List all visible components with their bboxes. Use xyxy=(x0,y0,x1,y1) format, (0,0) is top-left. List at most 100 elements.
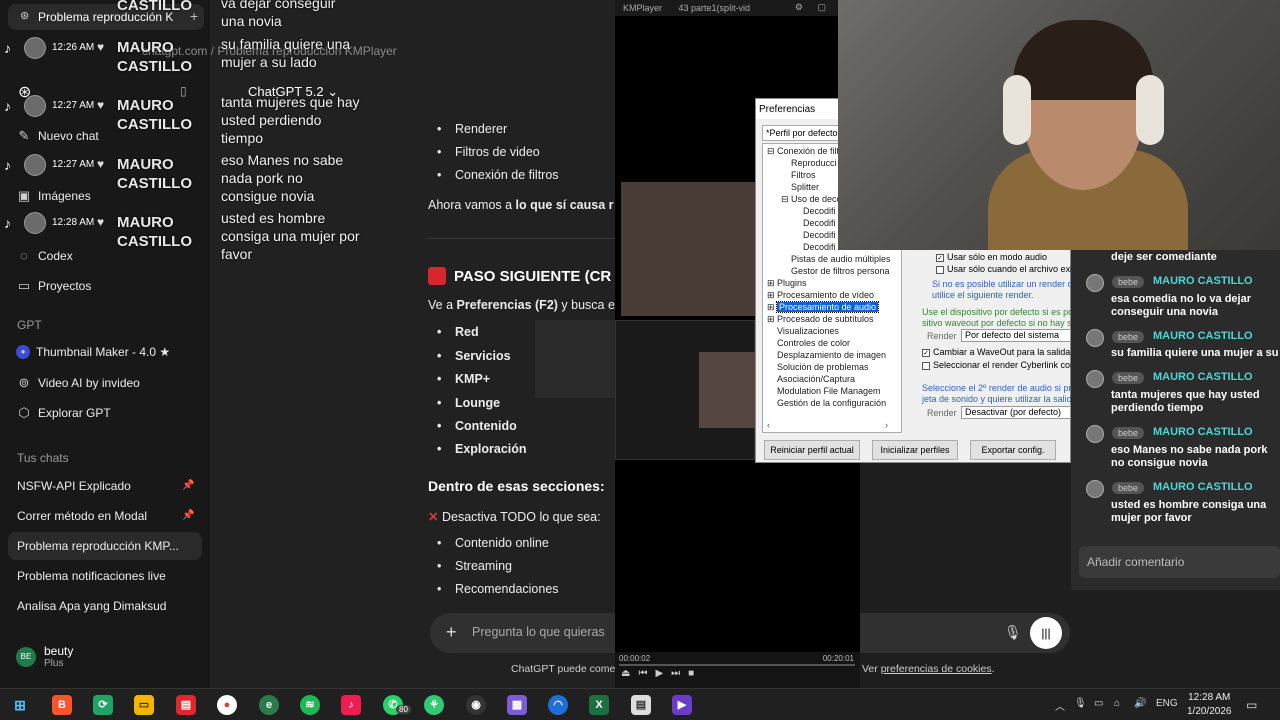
second-render-select[interactable]: Desactivar (por defecto) xyxy=(961,406,1071,419)
pdf-reader-icon[interactable]: ▤ xyxy=(176,695,196,715)
live-comment-text: usted es hombre consiga una mujer por fa… xyxy=(1111,499,1267,524)
tree-item[interactable]: Plugins xyxy=(777,278,807,288)
voice-mode-button[interactable]: ||| xyxy=(1030,617,1062,649)
edge-icon[interactable]: e xyxy=(259,695,279,715)
tree-item[interactable]: Decodifi xyxy=(803,206,836,216)
chat-item[interactable]: Correr método en Modal xyxy=(17,509,147,523)
effects-panel xyxy=(535,320,615,398)
fan-badge: bebe xyxy=(1112,427,1145,439)
excel-icon[interactable]: X xyxy=(589,695,609,715)
tree-item[interactable]: Gestor de filtros persona xyxy=(791,266,890,276)
spotify-icon[interactable]: ≋ xyxy=(300,695,320,715)
live-comment-name: MAURO CASTILLO xyxy=(1153,330,1253,342)
seek-bar[interactable] xyxy=(619,664,855,666)
tree-item[interactable]: Solución de problemas xyxy=(777,362,869,372)
prompt-input[interactable]: Pregunta lo que quieras xyxy=(472,625,605,639)
sidebar-item-projects[interactable]: ▭ Proyectos xyxy=(16,278,92,294)
export-config-button[interactable]: Exportar config. xyxy=(970,440,1056,460)
avatar xyxy=(24,95,46,117)
tiktok-comment-time: 12:28 AM xyxy=(52,217,95,228)
gpt-item-video-ai[interactable]: ⊚ Video AI by invideo xyxy=(16,375,140,391)
pin-icon: 📌 xyxy=(182,510,195,521)
scroll-left-icon[interactable]: ‹ xyxy=(767,420,770,430)
scroll-right-icon[interactable]: › xyxy=(885,420,888,430)
sidebar-item-codex[interactable]: ◌ Codex xyxy=(16,248,73,263)
list-item: Contenido online xyxy=(437,536,549,550)
tiktok-comment-name: MAURO CASTILLO xyxy=(117,214,192,250)
brave-browser-icon[interactable]: B xyxy=(52,695,72,715)
user-profile[interactable]: BE beuty Plus xyxy=(16,644,73,669)
checkbox[interactable] xyxy=(922,361,930,370)
tree-expander[interactable]: ⊞ xyxy=(767,302,775,313)
sync-app-icon[interactable]: ⟳ xyxy=(93,695,113,715)
tree-item[interactable]: Gestión de la configuración xyxy=(777,398,886,408)
render-select[interactable]: Por defecto del sistema xyxy=(961,329,1071,342)
tree-item[interactable]: Procesamiento de vídeo xyxy=(777,290,874,300)
sidebar-item-new-chat[interactable]: ✎ Nuevo chat xyxy=(16,128,99,144)
cookie-preferences-link[interactable]: preferencias de cookies xyxy=(881,663,992,675)
tree-item-selected[interactable]: Procesamiento de audio xyxy=(775,301,880,313)
notification-icon[interactable]: ▭ xyxy=(1246,698,1257,712)
obs-icon[interactable]: ◉ xyxy=(466,695,486,715)
tree-item[interactable]: Visualizaciones xyxy=(777,326,839,336)
tree-expander[interactable]: ⊟ xyxy=(767,146,775,157)
chevron-up-icon[interactable]: ︿ xyxy=(1055,698,1065,713)
chrome-icon[interactable]: ● xyxy=(217,695,237,715)
checkbox[interactable] xyxy=(936,265,944,274)
tree-expander[interactable]: ⊞ xyxy=(767,314,775,325)
tree-item[interactable]: Decodifi xyxy=(803,230,836,240)
tree-item[interactable]: Filtros xyxy=(791,170,816,180)
tree-item[interactable]: Decodifi xyxy=(803,218,836,228)
chat-item[interactable]: NSFW-API Explicado xyxy=(17,479,131,493)
tree-item[interactable]: Uso de deco xyxy=(791,194,842,204)
checkbox-checked[interactable]: ✓ xyxy=(936,253,944,262)
file-explorer-icon[interactable]: ▭ xyxy=(134,695,154,715)
checkbox-checked[interactable]: ✓ xyxy=(922,348,930,357)
tree-item[interactable]: Decodifi xyxy=(803,242,836,252)
webcam-feed xyxy=(838,0,1280,250)
tree-item[interactable]: Asociación/Captura xyxy=(777,374,855,384)
tree-expander[interactable]: ⊞ xyxy=(767,278,775,289)
app-icon[interactable]: ◠ xyxy=(548,695,568,715)
tree-item[interactable]: Reproducci xyxy=(791,158,837,168)
chat-item[interactable]: Analisa Apa yang Dimaksud xyxy=(17,599,166,613)
network-icon[interactable]: ⌂ xyxy=(1114,698,1120,709)
kmplayer-taskbar-icon[interactable]: ▶ xyxy=(672,695,692,715)
battery-icon[interactable]: ▭ xyxy=(1094,698,1103,709)
kmplayer-titlebar: KMPlayer 43 parte1(split-vid ⚙ ▢ ✕ xyxy=(615,0,860,16)
microphone-tray-icon[interactable]: 🎙 xyxy=(1074,698,1087,709)
gpt-item-explore[interactable]: ⬡ Explorar GPT xyxy=(16,405,110,421)
reset-profile-button[interactable]: Reiniciar perfil actual xyxy=(764,440,860,460)
tree-expander[interactable]: ⊞ xyxy=(767,290,775,301)
notes-icon[interactable]: ▤ xyxy=(631,695,651,715)
tree-item[interactable]: Procesado de subtítulos xyxy=(777,314,874,324)
windows-start-icon[interactable]: ⊞ xyxy=(10,695,30,715)
tree-item[interactable]: Pistas de audio múltiples xyxy=(791,254,891,264)
obs-green-icon[interactable]: ⚘ xyxy=(424,695,444,715)
playback-controls[interactable]: 00:00:02 00:20:01 ⏏⏮▶⏭■ xyxy=(615,652,860,688)
tree-item[interactable]: Controles de color xyxy=(777,338,850,348)
tree-item[interactable]: Desplazamiento de imagen xyxy=(777,350,886,360)
chat-item[interactable]: Problema notificaciones live xyxy=(17,569,166,583)
volume-icon[interactable]: 🔊 xyxy=(1134,698,1146,709)
heart-icon: ♥ xyxy=(97,215,105,229)
system-clock[interactable]: 12:28 AM 1/20/2026 xyxy=(1187,691,1232,719)
transport-buttons[interactable]: ⏏⏮▶⏭■ xyxy=(621,668,702,679)
gpt-item-thumbnail-maker[interactable]: ● Thumbnail Maker - 4.0 ★ xyxy=(16,345,170,359)
live-comment-input[interactable]: Añadir comentario xyxy=(1079,546,1280,578)
sidebar-item-images[interactable]: ▣ Imágenes xyxy=(16,188,91,204)
init-profiles-button[interactable]: Inicializar perfiles xyxy=(872,440,958,460)
tree-item[interactable]: Splitter xyxy=(791,182,819,192)
tiktok-live-icon[interactable]: ♪ xyxy=(341,695,361,715)
tree-item[interactable]: Modulation File Managem xyxy=(777,386,881,396)
tiktok-comment-text: usted es hombre consiga una mujer por fa… xyxy=(221,210,360,262)
language-indicator[interactable]: ENG xyxy=(1156,698,1178,709)
tree-item[interactable]: Conexión de filtr xyxy=(777,146,842,156)
add-attachment-button[interactable]: + xyxy=(446,622,457,643)
tiktok-icon: ♪ xyxy=(4,40,11,56)
tree-expander[interactable]: ⊟ xyxy=(781,194,789,205)
game-icon[interactable]: ▦ xyxy=(507,695,527,715)
microphone-icon[interactable]: 🎙 xyxy=(1004,624,1022,641)
chat-item-active[interactable]: Problema reproducción KMP... xyxy=(8,532,202,560)
option-audio-only[interactable]: ✓ Usar sólo en modo audio xyxy=(936,252,1047,262)
